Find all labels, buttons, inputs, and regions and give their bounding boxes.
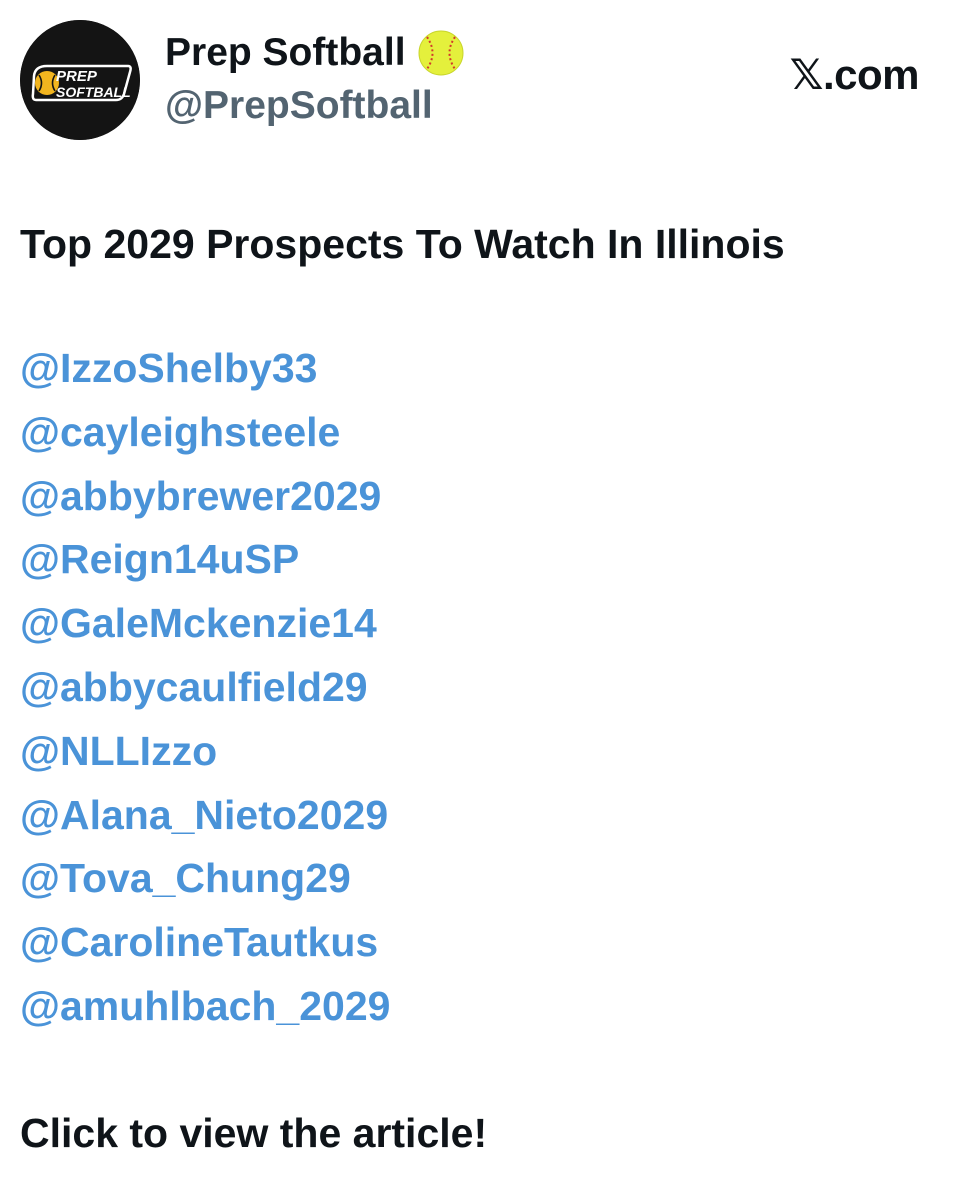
- logo-text-prep: PREP: [56, 68, 98, 85]
- mention-link[interactable]: @abbycaulfield29: [20, 656, 953, 720]
- x-logo-icon: 𝕏: [789, 50, 824, 99]
- mention-link[interactable]: @IzzoShelby33: [20, 337, 953, 401]
- x-brand: 𝕏.com: [789, 50, 920, 100]
- account-handle[interactable]: @PrepSoftball: [165, 80, 464, 132]
- post-body: Top 2029 Prospects To Watch In Illinois …: [20, 215, 953, 1039]
- mention-link[interactable]: @amuhlbach_2029: [20, 975, 953, 1039]
- post-header: PREP SOFTBALL Prep Softball @PrepSoftbal…: [20, 20, 953, 140]
- article-cta[interactable]: Click to view the article!: [20, 1104, 487, 1162]
- mention-list: @IzzoShelby33 @cayleighsteele @abbybrewe…: [20, 337, 953, 1039]
- mention-link[interactable]: @abbybrewer2029: [20, 465, 953, 529]
- brand-label: .com: [822, 51, 920, 98]
- mention-link[interactable]: @Alana_Nieto2029: [20, 784, 953, 848]
- mention-link[interactable]: @cayleighsteele: [20, 401, 953, 465]
- account-identity: Prep Softball @PrepSoftball: [165, 28, 464, 132]
- logo-text-softball: SOFTBALL: [56, 84, 131, 100]
- mention-link[interactable]: @Reign14uSP: [20, 528, 953, 592]
- display-name[interactable]: Prep Softball: [165, 28, 406, 78]
- mention-link[interactable]: @Tova_Chung29: [20, 847, 953, 911]
- mention-link[interactable]: @NLLIzzo: [20, 720, 953, 784]
- display-name-row[interactable]: Prep Softball: [165, 28, 464, 78]
- mention-link[interactable]: @CarolineTautkus: [20, 911, 953, 975]
- mention-link[interactable]: @GaleMckenzie14: [20, 592, 953, 656]
- post-title: Top 2029 Prospects To Watch In Illinois: [20, 221, 785, 267]
- softball-icon: [418, 30, 464, 76]
- avatar[interactable]: PREP SOFTBALL: [20, 20, 140, 140]
- prep-softball-logo-icon: PREP SOFTBALL: [20, 20, 140, 140]
